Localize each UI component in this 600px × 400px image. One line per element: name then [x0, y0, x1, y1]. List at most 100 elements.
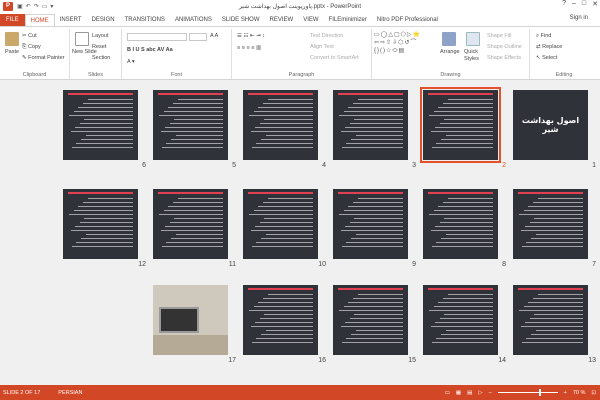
slide-thumbnail[interactable] [63, 189, 138, 259]
slide-thumbnail[interactable] [513, 285, 588, 355]
powerpoint-icon[interactable]: P [3, 2, 13, 11]
copy-label: Copy [27, 44, 41, 50]
find-button[interactable]: ⌕ Find [536, 33, 551, 40]
cut-button[interactable]: ✂ Cut [22, 33, 37, 39]
language-indicator[interactable]: PERSIAN [58, 390, 82, 396]
quick-styles-icon[interactable] [466, 32, 480, 46]
replace-label: Replace [542, 44, 563, 50]
slide-heading-bar [518, 288, 583, 290]
slide-thumbnail[interactable] [423, 189, 498, 259]
slide-number: 4 [322, 162, 326, 169]
convert-smartart-button[interactable]: Convert to SmartArt [310, 55, 359, 61]
slide-thumbnail[interactable] [333, 90, 408, 160]
customize-icon[interactable]: ▾ [50, 3, 53, 10]
font-name-field[interactable] [127, 33, 187, 41]
tab-file[interactable]: FILE [0, 14, 25, 26]
slide-heading-bar [428, 288, 493, 290]
font-color-button[interactable]: A ▾ [127, 59, 135, 65]
tab-nitro-pdf[interactable]: Nitro PDF Professional [372, 14, 443, 26]
quick-styles-button[interactable]: Quick Styles [464, 49, 486, 63]
new-slide-icon[interactable] [75, 32, 89, 46]
tab-fileminimizer[interactable]: FILEminimizer [324, 14, 372, 26]
reading-view-icon[interactable]: ▤ [467, 390, 472, 396]
slide-thumbnail[interactable] [153, 285, 228, 355]
normal-view-icon[interactable]: ▭ [445, 390, 450, 396]
align-text-button[interactable]: Align Text [310, 44, 334, 50]
slide-thumbnail[interactable] [333, 189, 408, 259]
text-direction-button[interactable]: Text Direction [310, 33, 343, 39]
tab-slide-show[interactable]: SLIDE SHOW [217, 14, 265, 26]
minimize-button[interactable]: – [572, 0, 576, 8]
zoom-in-button[interactable]: + [564, 390, 567, 396]
save-icon[interactable]: ▣ [17, 3, 23, 10]
close-button[interactable]: ✕ [592, 0, 598, 8]
tab-transitions[interactable]: TRANSITIONS [120, 14, 170, 26]
maximize-button[interactable]: □ [582, 0, 586, 8]
slide-thumbnail[interactable] [333, 285, 408, 355]
slide-thumbnail[interactable] [153, 90, 228, 160]
fit-window-icon[interactable]: ⊡ [591, 390, 596, 396]
slide-heading-bar [428, 192, 493, 194]
copy-button[interactable]: ⎘ Copy [22, 44, 41, 51]
slide-heading-bar [518, 192, 583, 194]
arrange-button[interactable]: Arrange [440, 49, 460, 55]
slide-heading-bar [338, 288, 403, 290]
slide-thumbnail[interactable] [423, 285, 498, 355]
slide-thumbnail[interactable] [513, 189, 588, 259]
slide-thumbnail[interactable] [243, 90, 318, 160]
slide-heading-bar [248, 93, 313, 95]
slide-number: 15 [408, 357, 416, 364]
bold-button[interactable]: B I U S abc AV Aa [127, 47, 173, 53]
tab-insert[interactable]: INSERT [55, 14, 87, 26]
layout-button[interactable]: Layout [92, 33, 109, 39]
slide-heading-bar [248, 192, 313, 194]
help-button[interactable]: ? [562, 0, 566, 8]
shape-effects-button[interactable]: Shape Effects [487, 55, 521, 61]
arrange-icon[interactable] [442, 32, 456, 46]
redo-icon[interactable]: ↷ [34, 3, 39, 10]
ribbon: Paste ✂ Cut ⎘ Copy ✎ Format Painter Clip… [0, 26, 600, 80]
slide-thumbnail[interactable] [420, 87, 501, 163]
section-button[interactable]: Section [92, 55, 110, 61]
bullets-icon[interactable]: ☰ ☷ ⇤ ⇥ ↕ [237, 33, 265, 39]
align-icon[interactable]: ≡ ≡ ≡ ≡ ▥ [237, 45, 261, 51]
slide-thumbnail[interactable] [243, 189, 318, 259]
reset-button[interactable]: Reset [92, 44, 106, 50]
shape-outline-button[interactable]: Shape Outline [487, 44, 522, 50]
present-icon[interactable]: ▭ [42, 3, 48, 10]
sorter-view-icon[interactable]: ▦ [456, 390, 461, 396]
select-button[interactable]: ↖ Select [536, 55, 557, 61]
tab-review[interactable]: REVIEW [265, 14, 299, 26]
drawing-group: ▭◯△▢⬠▷⭐ ⇦⇨⇧⇩⬡↺⌒ {}()☆⬭▤ Arrange Quick Styl… [372, 29, 530, 79]
font-group: A A B I U S abc AV Aa A ▾ Font [122, 29, 232, 79]
paste-button[interactable]: Paste [5, 49, 19, 55]
tab-home[interactable]: HOME [24, 14, 55, 26]
editing-group: ⌕ Find ⇄ Replace ↖ Select Editing [530, 29, 598, 79]
slide-thumbnail[interactable] [153, 189, 228, 259]
zoom-out-button[interactable]: – [489, 390, 492, 396]
slide-thumbnail[interactable] [243, 285, 318, 355]
font-grow-icon[interactable]: A A [210, 33, 218, 39]
slide-thumbnail[interactable]: اصول بهداشت شیر [513, 90, 588, 160]
font-size-field[interactable] [189, 33, 207, 41]
undo-icon[interactable]: ↶ [26, 3, 31, 10]
replace-button[interactable]: ⇄ Replace [536, 44, 562, 50]
slide-title-text: اصول بهداشت شیر [521, 116, 580, 134]
zoom-slider-thumb[interactable] [538, 389, 541, 396]
zoom-slider[interactable] [497, 389, 558, 396]
shapes-gallery[interactable]: ▭◯△▢⬠▷⭐ ⇦⇨⇧⇩⬡↺⌒ {}()☆⬭▤ [374, 31, 436, 61]
slide-thumbnail[interactable] [63, 90, 138, 160]
sign-in-link[interactable]: Sign in [570, 15, 588, 21]
slideshow-view-icon[interactable]: ▷ [478, 390, 482, 396]
format-painter-button[interactable]: ✎ Format Painter [22, 55, 65, 61]
tab-view[interactable]: VIEW [298, 14, 323, 26]
slide-number: 10 [318, 261, 326, 268]
paste-icon[interactable] [5, 32, 19, 46]
shape-fill-button[interactable]: Shape Fill [487, 33, 511, 39]
tab-animations[interactable]: ANIMATIONS [170, 14, 217, 26]
zoom-level[interactable]: 70 % [573, 390, 586, 396]
slide-body-text [68, 198, 133, 253]
slide-number: 7 [592, 261, 596, 268]
tab-design[interactable]: DESIGN [87, 14, 120, 26]
editing-group-label: Editing [555, 72, 573, 78]
